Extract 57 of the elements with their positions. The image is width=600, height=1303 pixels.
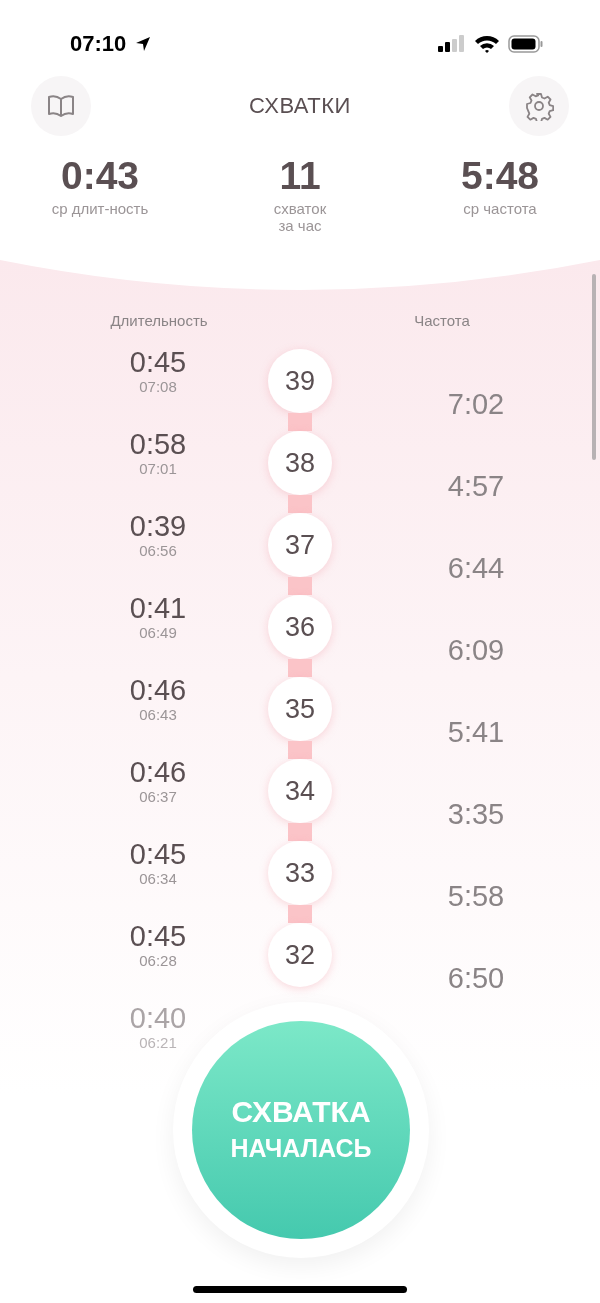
status-time: 07:10 [70, 31, 127, 57]
book-icon [47, 94, 75, 118]
start-time: 06:43 [139, 706, 177, 723]
frequency-value: 5:41 [447, 716, 505, 750]
duration-value: 0:45 [129, 838, 187, 870]
frequency-value: 7:02 [447, 388, 505, 422]
settings-icon [524, 91, 554, 121]
contraction-number[interactable]: 39 [268, 349, 332, 413]
start-time: 06:37 [139, 788, 177, 805]
frequency-value: 4:57 [447, 470, 505, 504]
duration-value: 0:40 [129, 1002, 187, 1034]
stat-value: 5:48 [460, 154, 540, 198]
column-header: Частота [413, 312, 471, 331]
contraction-number[interactable]: 32 [268, 923, 332, 987]
duration-value: 0:46 [129, 674, 187, 706]
battery-icon [508, 35, 544, 53]
timeline-connector [288, 741, 312, 759]
start-time: 06:34 [139, 870, 177, 887]
contraction-number[interactable]: 38 [268, 431, 332, 495]
timeline-connector [288, 823, 312, 841]
duration-value: 0:45 [129, 346, 187, 378]
location-arrow-icon [134, 35, 153, 53]
contraction-number[interactable]: 37 [268, 513, 332, 577]
start-time: 06:28 [139, 952, 177, 969]
timeline-connector [288, 905, 312, 923]
contraction-number[interactable]: 33 [268, 841, 332, 905]
signal-icon [438, 35, 466, 53]
stat-value: 0:43 [60, 154, 140, 198]
timeline-connector [288, 495, 312, 513]
start-time: 06:49 [139, 624, 177, 641]
screen-title: СХВАТКИ [249, 93, 351, 119]
contraction-number[interactable]: 35 [268, 677, 332, 741]
stat-label: ср длит-ность [51, 200, 149, 217]
stat-value: 11 [279, 154, 321, 198]
frequency-value: 6:44 [447, 552, 505, 586]
frequency-value: 6:09 [447, 634, 505, 668]
start-time: 06:21 [139, 1034, 177, 1051]
timeline-connector [288, 413, 312, 431]
duration-value: 0:46 [129, 756, 187, 788]
duration-value: 0:41 [129, 592, 187, 624]
contraction-number[interactable]: 36 [268, 595, 332, 659]
frequency-value: 3:35 [447, 798, 505, 832]
column-header: Длительность [109, 312, 209, 331]
timeline-connector [288, 577, 312, 595]
stat-label: ср частота [463, 200, 537, 217]
start-time: 06:56 [139, 542, 177, 559]
duration-value: 0:45 [129, 920, 187, 952]
frequency-value: 6:50 [447, 962, 505, 996]
frequency-value: 5:58 [447, 880, 505, 914]
start-time: 07:01 [139, 460, 177, 477]
wifi-icon [474, 35, 500, 53]
duration-value: 0:39 [129, 510, 187, 542]
duration-value: 0:58 [129, 428, 187, 460]
timeline-connector [288, 659, 312, 677]
start-time: 07:08 [139, 378, 177, 395]
stat-label: схваток за час [273, 200, 327, 234]
contraction-number[interactable]: 34 [268, 759, 332, 823]
